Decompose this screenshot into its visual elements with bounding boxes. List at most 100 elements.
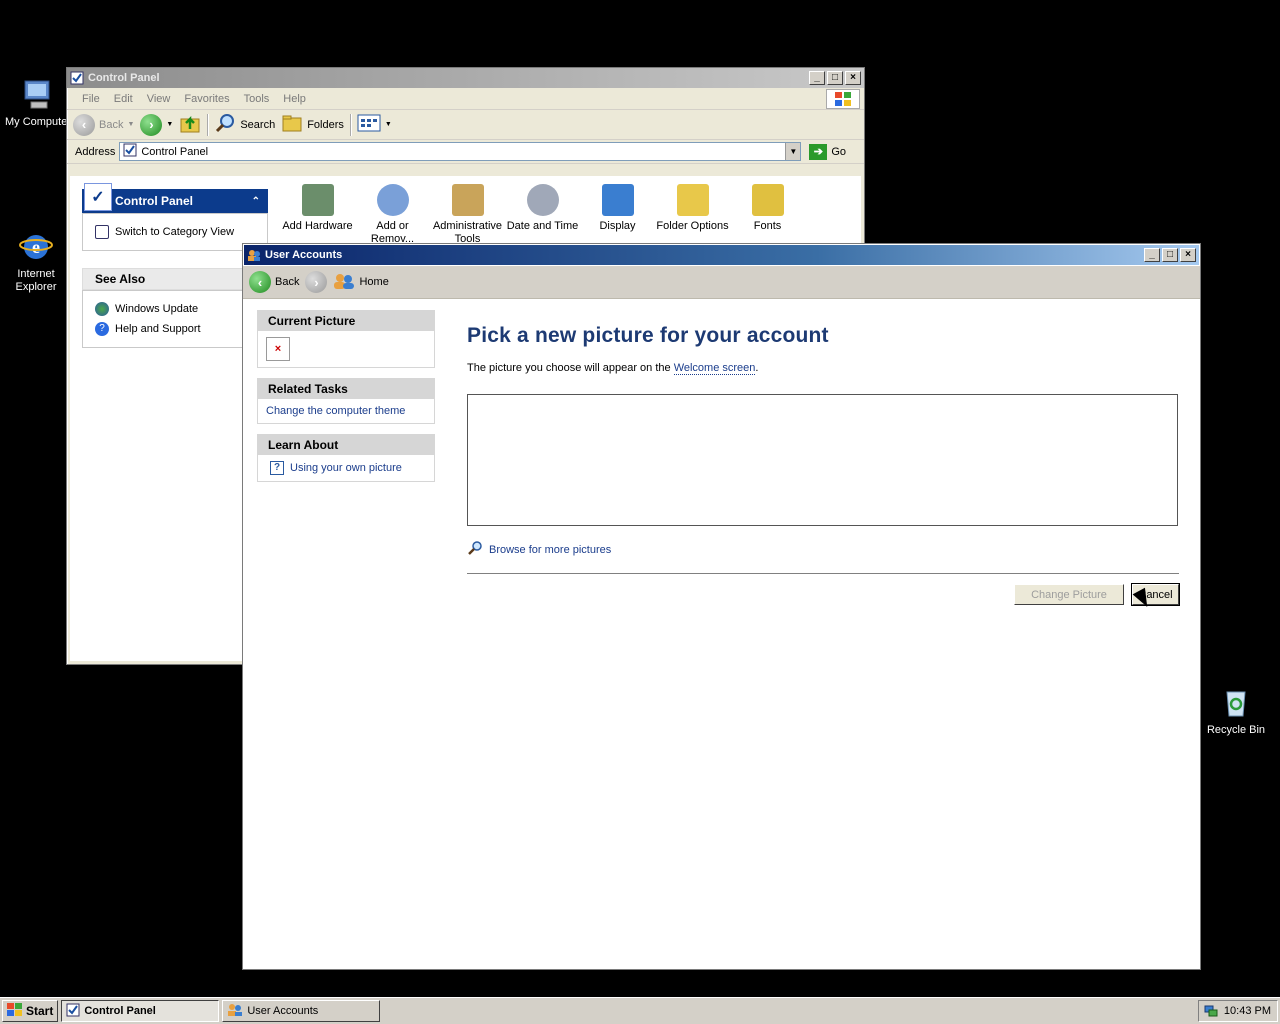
window-title: Control Panel — [88, 72, 160, 84]
user-accounts-icon — [247, 248, 261, 262]
control-panel-icon — [95, 225, 109, 239]
page-description: The picture you choose will appear on th… — [467, 362, 1179, 375]
clock[interactable]: 10:43 PM — [1224, 1005, 1271, 1017]
minimize-button[interactable]: _ — [809, 71, 825, 85]
close-button[interactable]: × — [1180, 248, 1196, 262]
search-icon — [214, 112, 236, 137]
control-panel-task-header[interactable]: ✓ Control Panel ⌃ — [82, 183, 268, 213]
back-arrow-icon: ‹ — [73, 113, 95, 136]
address-value: Control Panel — [141, 145, 209, 158]
menu-tools[interactable]: Tools — [237, 93, 277, 105]
chevron-down-icon: ▼ — [127, 121, 135, 128]
applet-add-remove-programs[interactable]: Add or Remov... — [355, 182, 430, 246]
applet-label: Administrative Tools — [432, 220, 503, 245]
applet-display[interactable]: Display — [580, 182, 655, 246]
start-button[interactable]: Start — [2, 1000, 59, 1022]
window-title: User Accounts — [265, 249, 343, 261]
toolbar-separator — [207, 113, 209, 136]
display-icon — [601, 184, 634, 216]
administrative-tools-icon — [451, 184, 484, 216]
control-panel-titlebar[interactable]: Control Panel _ □ × — [67, 68, 864, 88]
forward-arrow-icon: › — [305, 271, 328, 293]
switch-category-view-label: Switch to Category View — [115, 226, 235, 238]
search-icon — [467, 540, 483, 559]
chevron-down-icon: ▼ — [166, 121, 174, 128]
forward-button[interactable]: › — [305, 271, 328, 293]
go-button[interactable]: ➔ Go — [809, 143, 846, 160]
close-button[interactable]: × — [845, 71, 861, 85]
search-button[interactable]: Search — [214, 112, 275, 137]
collapse-chevron-icon[interactable]: ⌃ — [252, 196, 260, 207]
folder-options-icon — [676, 184, 709, 216]
applet-administrative-tools[interactable]: Administrative Tools — [430, 182, 505, 246]
see-also-header[interactable]: See Also — [82, 268, 268, 290]
button-row: Change Picture Cancel — [467, 583, 1180, 606]
desktop-icon-label: Recycle Bin — [1206, 724, 1266, 736]
toolbar-separator — [349, 113, 351, 136]
home-button[interactable]: Home — [333, 272, 389, 293]
views-icon — [357, 113, 381, 136]
forward-button[interactable]: › ▼ — [140, 113, 174, 136]
applet-date-and-time[interactable]: Date and Time — [505, 182, 580, 246]
switch-category-view-link[interactable]: Switch to Category View — [95, 222, 259, 242]
address-dropdown-button[interactable]: ▼ — [785, 143, 801, 160]
address-input[interactable]: Control Panel ▼ — [119, 142, 802, 161]
taskbar-item-label: User Accounts — [247, 1005, 319, 1017]
maximize-button[interactable]: □ — [827, 71, 843, 85]
using-own-picture-link[interactable]: Using your own picture — [290, 462, 402, 474]
views-button[interactable]: ▼ — [357, 113, 392, 136]
change-picture-button[interactable]: Change Picture — [1014, 584, 1124, 605]
menu-view[interactable]: View — [140, 93, 178, 105]
desktop-icon-my-computer[interactable]: My Computer — [0, 78, 76, 129]
page-title: Pick a new picture for your account — [467, 324, 829, 347]
applet-folder-options[interactable]: Folder Options — [655, 182, 730, 246]
go-arrow-icon: ➔ — [809, 143, 828, 160]
learn-about-box: Learn About ? Using your own picture — [257, 434, 435, 482]
desktop-icon-label: My Computer — [4, 116, 72, 128]
task-header-title: Control Panel — [115, 194, 194, 208]
applet-fonts[interactable]: Fonts — [730, 182, 805, 246]
welcome-screen-link[interactable]: Welcome screen — [673, 362, 756, 375]
recycle-bin-icon — [1219, 686, 1253, 720]
address-bar: Address Control Panel ▼ ➔ Go — [67, 140, 864, 164]
windows-update-icon — [95, 302, 109, 316]
menu-file[interactable]: File — [75, 93, 107, 105]
user-accounts-window[interactable]: User Accounts _ □ × ‹ Back › Home Curren… — [242, 243, 1201, 970]
back-button[interactable]: ‹ Back — [249, 271, 299, 293]
side-pane: Current Picture × Related Tasks Change t… — [257, 310, 435, 492]
applet-list: Add Hardware Add or Remov... Administrat… — [280, 182, 805, 246]
taskbar-item-label: Control Panel — [84, 1005, 156, 1017]
main-pane: Pick a new picture for your account The … — [467, 324, 1180, 606]
taskbar-item-control-panel[interactable]: Control Panel — [61, 1000, 220, 1022]
menu-favorites[interactable]: Favorites — [177, 93, 236, 105]
home-label: Home — [359, 276, 389, 288]
applet-add-hardware[interactable]: Add Hardware — [280, 182, 355, 246]
help-icon: ? — [95, 322, 109, 336]
maximize-button[interactable]: □ — [1162, 248, 1178, 262]
menu-help[interactable]: Help — [276, 93, 313, 105]
add-hardware-icon — [301, 184, 334, 216]
help-and-support-link[interactable]: ? Help and Support — [95, 319, 259, 339]
up-folder-icon — [179, 112, 201, 137]
forward-arrow-icon: › — [140, 113, 163, 136]
minimize-button[interactable]: _ — [1144, 248, 1160, 262]
learn-about-header: Learn About — [257, 434, 435, 455]
windows-update-label: Windows Update — [115, 303, 199, 315]
picture-list[interactable] — [467, 394, 1178, 526]
windows-update-link[interactable]: Windows Update — [95, 299, 259, 319]
menu-edit[interactable]: Edit — [107, 93, 140, 105]
up-folder-button[interactable] — [179, 112, 201, 137]
windows-logo-icon — [7, 1002, 23, 1020]
back-button[interactable]: ‹ Back ▼ — [73, 113, 135, 136]
control-panel-icon: ✓ — [84, 183, 112, 211]
network-icon[interactable] — [1204, 1003, 1218, 1020]
change-computer-theme-link[interactable]: Change the computer theme — [266, 405, 405, 417]
desktop-icon-recycle-bin[interactable]: Recycle Bin — [1198, 686, 1274, 737]
menu-bar: File Edit View Favorites Tools Help — [67, 88, 864, 110]
desktop-icon-internet-explorer[interactable]: e Internet Explorer — [0, 230, 74, 294]
taskbar-item-user-accounts[interactable]: User Accounts — [222, 1000, 381, 1022]
browse-pictures-link[interactable]: Browse for more pictures — [467, 540, 1179, 559]
user-accounts-titlebar[interactable]: User Accounts _ □ × — [244, 245, 1199, 265]
folders-button[interactable]: Folders — [281, 112, 344, 137]
control-panel-icon — [70, 71, 84, 85]
